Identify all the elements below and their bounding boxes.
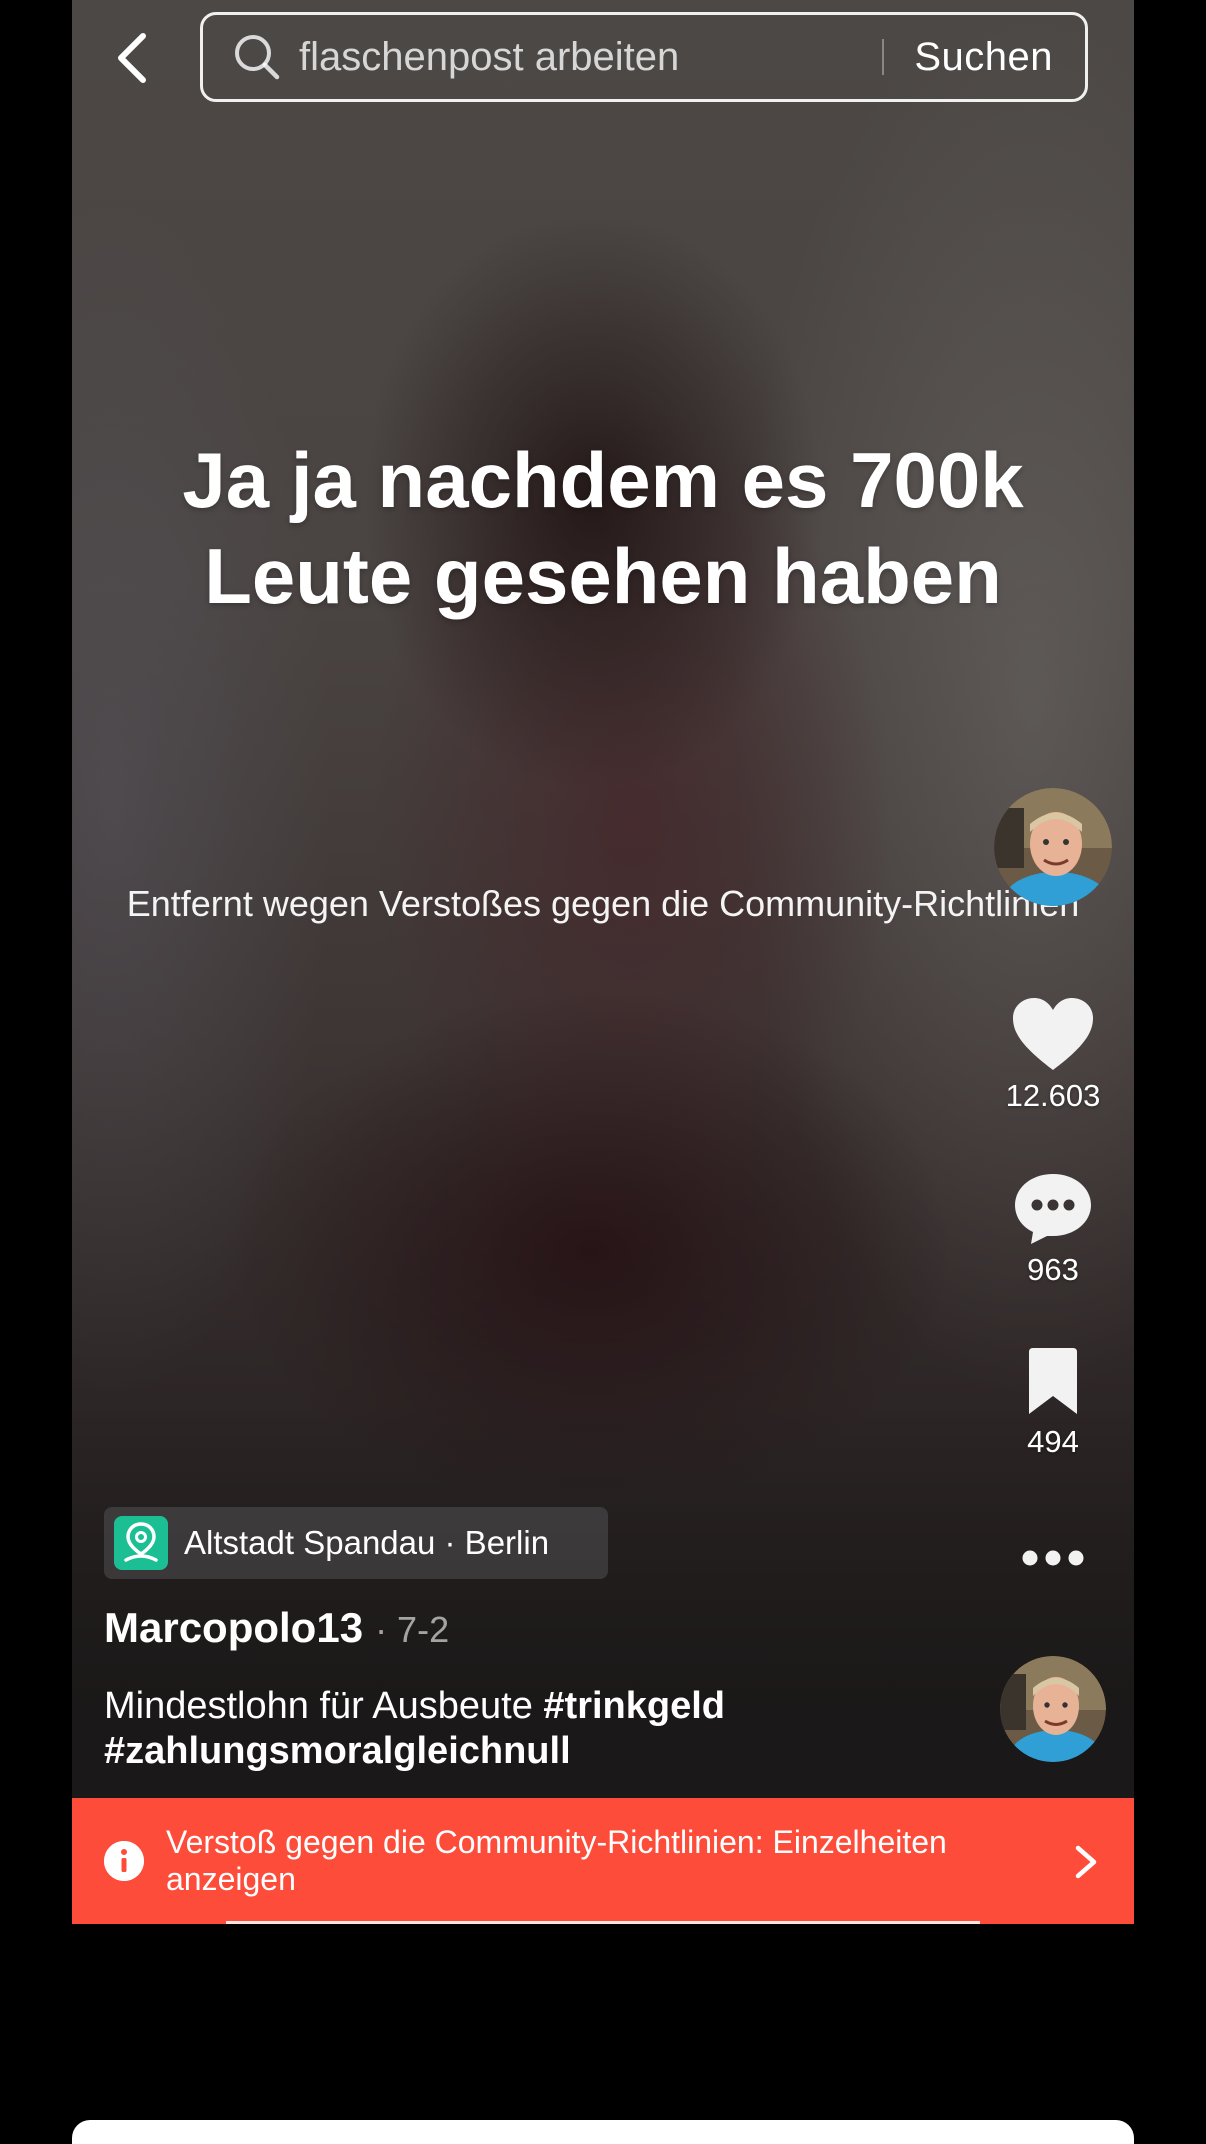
- search-input[interactable]: [299, 34, 883, 80]
- more-button[interactable]: [990, 1540, 1116, 1576]
- violation-text: Verstoß gegen die Community-Richtlinien:…: [166, 1824, 947, 1897]
- search-submit-button[interactable]: Suchen: [914, 35, 1053, 80]
- comment-button[interactable]: 963: [990, 1170, 1116, 1288]
- search-icon: [233, 33, 281, 81]
- save-count: 494: [1027, 1424, 1079, 1459]
- search-divider: [882, 39, 885, 75]
- heart-icon: [1013, 998, 1093, 1070]
- location-tag[interactable]: Altstadt Spandau · Berlin: [104, 1507, 608, 1579]
- bookmark-icon: [1029, 1348, 1077, 1414]
- hashtag-link[interactable]: #zahlungsmoralgleichnull: [104, 1730, 571, 1772]
- tiktok-video-screen: Suchen Ja ja nachdem es 700k Leute geseh…: [0, 0, 1206, 2144]
- comment-icon: [1015, 1174, 1091, 1244]
- video-overlay-text: Ja ja nachdem es 700k Leute gesehen habe…: [182, 436, 1024, 620]
- post-date: · 7-2: [375, 1609, 450, 1650]
- video-progress-line: [226, 1921, 980, 1924]
- search-bar[interactable]: Suchen: [200, 12, 1088, 102]
- author-row: Marcopolo13 · 7-2: [104, 1604, 449, 1652]
- home-indicator-area: [72, 2120, 1134, 2144]
- violation-banner[interactable]: Verstoß gegen die Community-Richtlinien:…: [72, 1798, 1134, 1924]
- removed-notice: Entfernt wegen Verstoßes gegen die Commu…: [126, 883, 1080, 924]
- caption-text: Mindestlohn für Ausbeute: [104, 1685, 533, 1727]
- hashtag-link[interactable]: #trinkgeld: [543, 1685, 725, 1727]
- comment-count: 963: [1027, 1252, 1079, 1287]
- save-button[interactable]: 494: [990, 1348, 1116, 1460]
- author-username[interactable]: Marcopolo13: [104, 1604, 363, 1652]
- back-icon: [118, 33, 146, 83]
- more-icon: [1022, 1550, 1084, 1566]
- creator-avatar[interactable]: [994, 788, 1112, 906]
- location-pin-icon: [114, 1516, 168, 1570]
- back-button[interactable]: [108, 28, 156, 88]
- like-count: 12.603: [1005, 1078, 1101, 1113]
- info-icon: [104, 1841, 144, 1881]
- chevron-right-icon: [1075, 1845, 1097, 1879]
- video-caption: Mindestlohn für Ausbeute #trinkgeld #zah…: [104, 1684, 984, 1774]
- sound-disc[interactable]: [1000, 1656, 1106, 1762]
- location-label: Altstadt Spandau · Berlin: [184, 1524, 550, 1561]
- like-button[interactable]: 12.603: [990, 996, 1116, 1114]
